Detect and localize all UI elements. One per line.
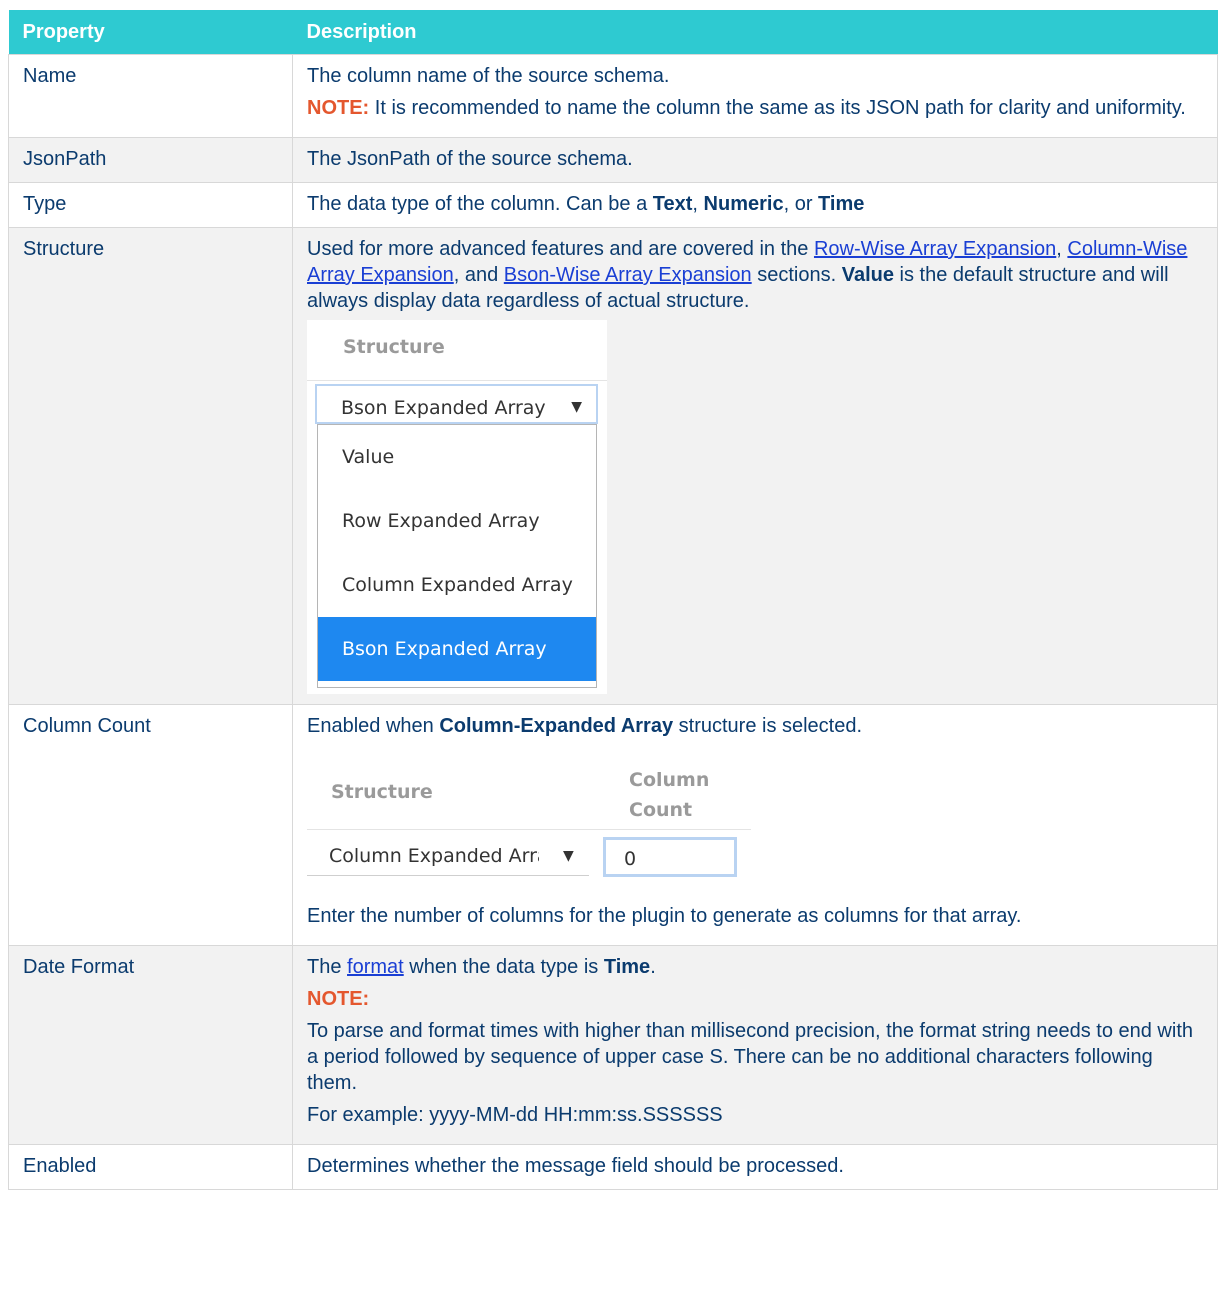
note-label: NOTE: — [307, 97, 370, 119]
structure-dropdown-menu: Value Row Expanded Array Column Expanded… — [317, 424, 597, 688]
column-count-description: Enabled when Column-Expanded Array struc… — [307, 713, 1203, 739]
description-text: The column name of the source schema. — [307, 65, 670, 87]
property-name: Type — [8, 182, 293, 228]
type-time: Time — [818, 193, 865, 215]
option-value[interactable]: Value — [318, 425, 596, 489]
separator: , — [692, 193, 704, 215]
table-row-type: Type The data type of the column. Can be… — [8, 182, 1218, 228]
table-row-enabled: Enabled Determines whether the message f… — [8, 1144, 1218, 1190]
structure-column-header: Structure — [343, 336, 445, 358]
caret-down-icon: ▼ — [571, 399, 582, 415]
properties-table: Property Description Name The column nam… — [8, 10, 1218, 1190]
time-bold: Time — [603, 956, 651, 978]
description-cell: The format when the data type is Time. N… — [292, 945, 1218, 1145]
description-text: when the data type is — [403, 956, 604, 978]
description-cell: Used for more advanced features and are … — [292, 227, 1218, 705]
property-name: Column Count — [8, 704, 293, 946]
caret-down-icon: ▼ — [563, 848, 574, 864]
structure-column-header: Structure — [331, 781, 433, 803]
column-count-screenshot: Structure Column Count Column Expanded Ar… — [307, 745, 751, 897]
column-expanded-bold: Column-Expanded Array — [439, 715, 674, 737]
description-text: The data type of the column. Can be a — [307, 193, 653, 215]
property-name: JsonPath — [8, 137, 293, 183]
note-text: To parse and format times with higher th… — [307, 1020, 1193, 1094]
property-name: Structure — [8, 227, 293, 705]
link-format[interactable]: format — [347, 956, 404, 978]
header-row: Property Description — [8, 10, 1218, 55]
note-label: NOTE: — [307, 988, 370, 1010]
description-text: structure is selected. — [673, 715, 863, 737]
description-text: The JsonPath of the source schema. — [292, 137, 1218, 183]
link-row-wise-array-expansion[interactable]: Row-Wise Array Expansion — [814, 238, 1056, 260]
option-row-expanded-array[interactable]: Row Expanded Array — [318, 489, 596, 553]
column-count-header: Column Count — [629, 765, 709, 825]
table-row-jsonpath: JsonPath The JsonPath of the source sche… — [8, 137, 1218, 183]
structure-select[interactable]: Bson Expanded Array ▼ — [315, 384, 598, 424]
description-cell: The column name of the source schema. NO… — [292, 54, 1218, 138]
structure-select[interactable]: Column Expanded Array ▼ — [307, 841, 589, 876]
header-description: Description — [292, 10, 1218, 55]
description-text: . — [650, 956, 656, 978]
note-paragraph: NOTE: It is recommended to name the colu… — [307, 95, 1203, 121]
header-line: Column — [629, 769, 710, 791]
option-bson-expanded-array[interactable]: Bson Expanded Array — [318, 617, 596, 681]
example-text: For example: yyyy-MM-dd HH:mm:ss.SSSSSS — [307, 1104, 723, 1126]
property-name: Name — [8, 54, 293, 138]
structure-dropdown-screenshot: Structure Bson Expanded Array ▼ Value Ro… — [307, 320, 607, 694]
description-text: Used for more advanced features and are … — [307, 238, 814, 260]
divider — [307, 380, 607, 381]
divider — [307, 829, 751, 830]
date-format-description: The format when the data type is Time. — [307, 954, 1203, 980]
description-text: Enabled when — [307, 715, 440, 737]
column-count-input[interactable]: 0 — [603, 837, 737, 877]
separator: , — [1056, 238, 1068, 260]
option-column-expanded-array[interactable]: Column Expanded Array — [318, 553, 596, 617]
separator: , or — [783, 193, 819, 215]
property-name: Enabled — [8, 1144, 293, 1190]
structure-description: Used for more advanced features and are … — [307, 236, 1203, 314]
property-name: Date Format — [8, 945, 293, 1145]
column-count-description-2: Enter the number of columns for the plug… — [307, 905, 1022, 927]
table-row-column-count: Column Count Enabled when Column-Expande… — [8, 704, 1218, 946]
table-row-structure: Structure Used for more advanced feature… — [8, 227, 1218, 705]
description-cell: Enabled when Column-Expanded Array struc… — [292, 704, 1218, 946]
header-line: Count — [629, 799, 693, 821]
description-cell: The data type of the column. Can be a Te… — [292, 182, 1218, 228]
description-text: sections. — [751, 264, 842, 286]
table-row-name: Name The column name of the source schem… — [8, 54, 1218, 138]
separator: , and — [453, 264, 504, 286]
header-property: Property — [8, 10, 293, 55]
structure-select-value: Bson Expanded Array — [341, 397, 546, 419]
structure-select-value: Column Expanded Array — [329, 845, 539, 867]
type-text: Text — [652, 193, 693, 215]
link-bson-wise-array-expansion[interactable]: Bson-Wise Array Expansion — [504, 264, 752, 286]
table-row-date-format: Date Format The format when the data typ… — [8, 945, 1218, 1145]
description-text: Determines whether the message field sho… — [292, 1144, 1218, 1190]
value-bold: Value — [841, 264, 894, 286]
note-text: It is recommended to name the column the… — [369, 97, 1186, 119]
description-text: The — [307, 956, 348, 978]
type-numeric: Numeric — [703, 193, 784, 215]
